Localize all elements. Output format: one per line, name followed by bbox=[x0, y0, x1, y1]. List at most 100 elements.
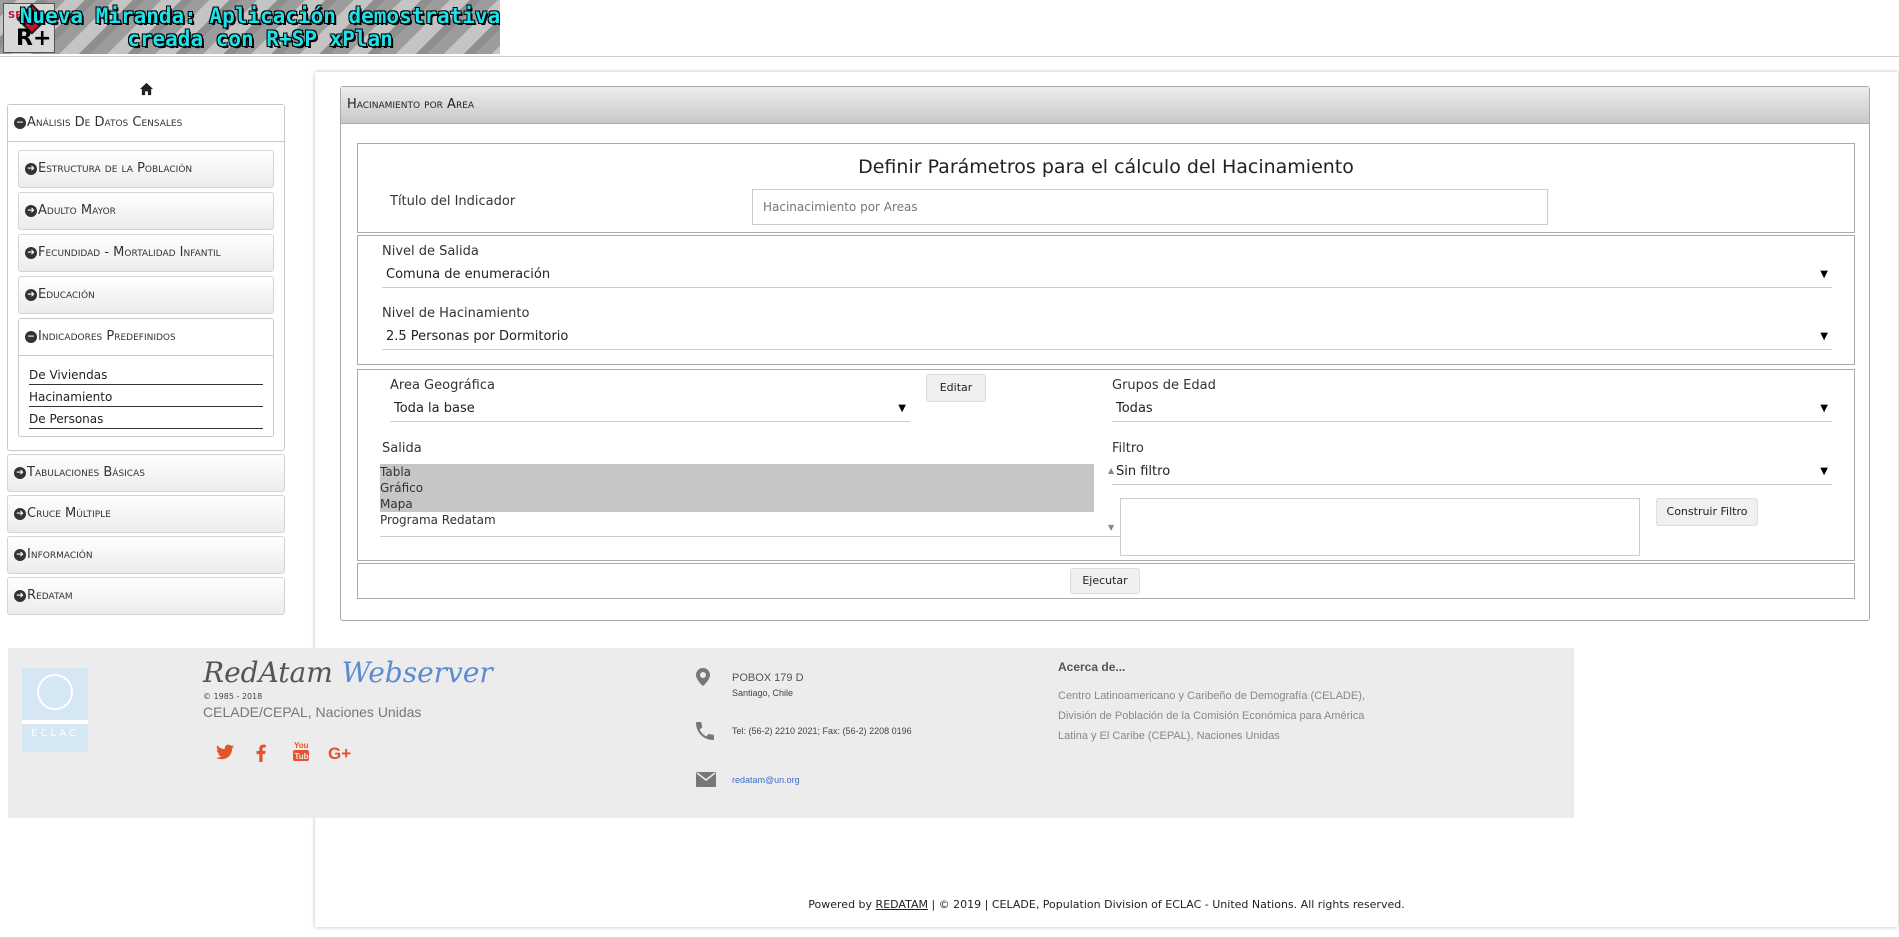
indicator-de-personas[interactable]: De Personas bbox=[29, 408, 263, 429]
indicator-title-input[interactable]: Hacinacimiento por Areas bbox=[752, 189, 1548, 225]
indicator-hacinamiento[interactable]: Hacinamiento bbox=[29, 386, 263, 407]
section-label: Análisis De Datos Censales bbox=[27, 115, 183, 130]
section-tabulaciones[interactable]: ➔ Tabulaciones Básicas bbox=[7, 454, 285, 492]
subsection-label: Adulto Mayor bbox=[38, 203, 116, 218]
google-plus-icon[interactable]: G+ bbox=[328, 744, 354, 767]
subsection-label: Indicadores Predefinidos bbox=[38, 329, 176, 344]
subsection-list: ➔ Estructura de la Población ➔ Adulto Mayo… bbox=[8, 142, 284, 450]
subsection-label: Estructura de la Población bbox=[38, 161, 193, 176]
section-informacion[interactable]: ➔ Información bbox=[7, 536, 285, 574]
facebook-icon[interactable] bbox=[255, 744, 267, 767]
subsection-label: Fecundidad - Mortalidad Infantil bbox=[38, 245, 221, 260]
subsection-fecundidad[interactable]: ➔ Fecundidad - Mortalidad Infantil bbox=[18, 234, 274, 272]
section-label: Cruce Múltiple bbox=[27, 506, 111, 521]
dropdown-arrow-icon: ▼ bbox=[1820, 331, 1828, 342]
levels-box: Nivel de Salida Comuna de enumeración ▼ N… bbox=[357, 235, 1855, 365]
address-line2: Santiago, Chile bbox=[732, 688, 794, 698]
output-label: Salida bbox=[382, 441, 422, 456]
output-option-programa[interactable]: Programa Redatam bbox=[380, 512, 1094, 528]
subsection-adulto-mayor[interactable]: ➔ Adulto Mayor bbox=[18, 192, 274, 230]
subsection-educacion[interactable]: ➔ Educación bbox=[18, 276, 274, 314]
output-level-select[interactable]: Comuna de enumeración ▼ bbox=[382, 262, 1832, 288]
un-eclac-logo: ECLAC bbox=[22, 668, 88, 752]
brand-part2: Webserver bbox=[341, 656, 493, 689]
subsection-estructura[interactable]: ➔ Estructura de la Población bbox=[18, 150, 274, 188]
svg-text:G+: G+ bbox=[328, 744, 351, 762]
dropdown-arrow-icon: ▼ bbox=[1820, 269, 1828, 280]
area-select[interactable]: Toda la base ▼ bbox=[390, 396, 910, 422]
indicator-de-viviendas[interactable]: De Viviendas bbox=[29, 364, 263, 385]
age-groups-label: Grupos de Edad bbox=[1112, 378, 1216, 393]
app-title-line2: creada con R+SP xPlan bbox=[127, 27, 393, 51]
crowding-level-label: Nivel de Hacinamiento bbox=[382, 306, 530, 321]
collapse-icon: − bbox=[14, 116, 26, 129]
indicator-title-box: Definir Parámetros para el cálculo del H… bbox=[357, 143, 1855, 233]
twitter-icon[interactable] bbox=[216, 744, 234, 765]
scroll-down-icon[interactable]: ▼ bbox=[1108, 523, 1114, 532]
crowding-level-value: 2.5 Personas por Dormitorio bbox=[386, 329, 569, 344]
execute-button[interactable]: Ejecutar bbox=[1070, 568, 1140, 594]
expand-icon: ➔ bbox=[25, 246, 37, 259]
subsection-indicadores: − Indicadores Predefinidos De Viviendas H… bbox=[18, 318, 274, 437]
output-level-value: Comuna de enumeración bbox=[386, 267, 551, 282]
output-option-grafico[interactable]: Gráfico bbox=[380, 480, 1094, 496]
powered-by-text: Powered by bbox=[808, 898, 876, 911]
age-groups-value: Todas bbox=[1116, 401, 1153, 416]
expand-icon: ➔ bbox=[14, 466, 26, 479]
expand-icon: ➔ bbox=[14, 589, 26, 602]
footer: ECLAC RedAtam Webserver © 1985 - 2018 CE… bbox=[8, 648, 1574, 818]
organization: CELADE/CEPAL, Naciones Unidas bbox=[203, 704, 422, 720]
copyright-years: © 1985 - 2018 bbox=[203, 692, 263, 701]
output-option-tabla[interactable]: Tabla bbox=[380, 464, 1094, 480]
filter-value: Sin filtro bbox=[1116, 464, 1171, 479]
execute-box: Ejecutar bbox=[357, 563, 1855, 599]
dropdown-arrow-icon: ▼ bbox=[1820, 466, 1828, 477]
subsection-indicadores-header[interactable]: − Indicadores Predefinidos bbox=[19, 319, 273, 356]
output-option-mapa[interactable]: Mapa bbox=[380, 496, 1094, 512]
about-text: Centro Latinoamericano y Caribeño de Dem… bbox=[1058, 690, 1365, 742]
redatam-brand: RedAtam Webserver bbox=[203, 656, 493, 689]
filter-select[interactable]: Sin filtro ▼ bbox=[1112, 459, 1832, 485]
edit-button[interactable]: Editar bbox=[926, 374, 986, 402]
dropdown-arrow-icon: ▼ bbox=[1820, 403, 1828, 414]
form-heading: Definir Parámetros para el cálculo del H… bbox=[858, 156, 1354, 178]
svg-text:You: You bbox=[294, 741, 309, 750]
parameters-box: Area Geográfica Toda la base ▼ Editar Gru… bbox=[357, 369, 1855, 561]
expand-icon: ➔ bbox=[25, 162, 37, 175]
dropdown-arrow-icon: ▼ bbox=[898, 403, 906, 414]
filter-textarea[interactable] bbox=[1120, 498, 1640, 556]
subsection-label: Educación bbox=[38, 287, 95, 302]
indicator-list: De Viviendas Hacinamiento De Personas bbox=[19, 356, 273, 436]
collapse-icon: − bbox=[25, 330, 37, 343]
indicator-title-label: Título del Indicador bbox=[390, 194, 516, 209]
banner: SP R+ Nueva Miranda: Aplicación demostra… bbox=[0, 0, 500, 54]
section-redatam[interactable]: ➔ Redatam bbox=[7, 577, 285, 615]
location-pin-icon bbox=[696, 668, 710, 690]
filter-label: Filtro bbox=[1112, 441, 1144, 456]
un-emblem-icon bbox=[37, 674, 73, 710]
bottom-bar: Powered by REDATAM | © 2019 | CELADE, Po… bbox=[315, 898, 1898, 911]
section-analisis: − Análisis De Datos Censales ➔ Estructura … bbox=[7, 104, 285, 451]
un-logo-text: ECLAC bbox=[31, 728, 79, 739]
expand-icon: ➔ bbox=[14, 548, 26, 561]
app-title-line1: Nueva Miranda: Aplicación demostrativa bbox=[19, 4, 500, 28]
crowding-level-select[interactable]: 2.5 Personas por Dormitorio ▼ bbox=[382, 324, 1832, 350]
redatam-link[interactable]: REDATAM bbox=[876, 898, 928, 911]
build-filter-button[interactable]: Construir Filtro bbox=[1656, 498, 1758, 526]
section-label: Redatam bbox=[27, 588, 73, 603]
section-analisis-header[interactable]: − Análisis De Datos Censales bbox=[8, 105, 284, 142]
age-groups-select[interactable]: Todas ▼ bbox=[1112, 396, 1832, 422]
output-level-label: Nivel de Salida bbox=[382, 244, 479, 259]
hacinamiento-panel: Hacinamiento por Area Definir Parámetros… bbox=[340, 86, 1870, 621]
output-listbox[interactable]: Tabla Gráfico Mapa Programa Redatam ▲ ▼ bbox=[380, 464, 1120, 537]
expand-icon: ➔ bbox=[14, 507, 26, 520]
youtube-icon[interactable]: You Tube bbox=[292, 740, 314, 767]
section-cruce[interactable]: ➔ Cruce Múltiple bbox=[7, 495, 285, 533]
expand-icon: ➔ bbox=[25, 204, 37, 217]
email-link[interactable]: redatam@un.org bbox=[732, 775, 800, 785]
panel-title: Hacinamiento por Area bbox=[341, 87, 1869, 124]
area-value: Toda la base bbox=[394, 401, 475, 416]
home-icon[interactable] bbox=[139, 82, 154, 96]
email-icon bbox=[696, 772, 716, 791]
sidebar: − Análisis De Datos Censales ➔ Estructura … bbox=[7, 82, 285, 618]
